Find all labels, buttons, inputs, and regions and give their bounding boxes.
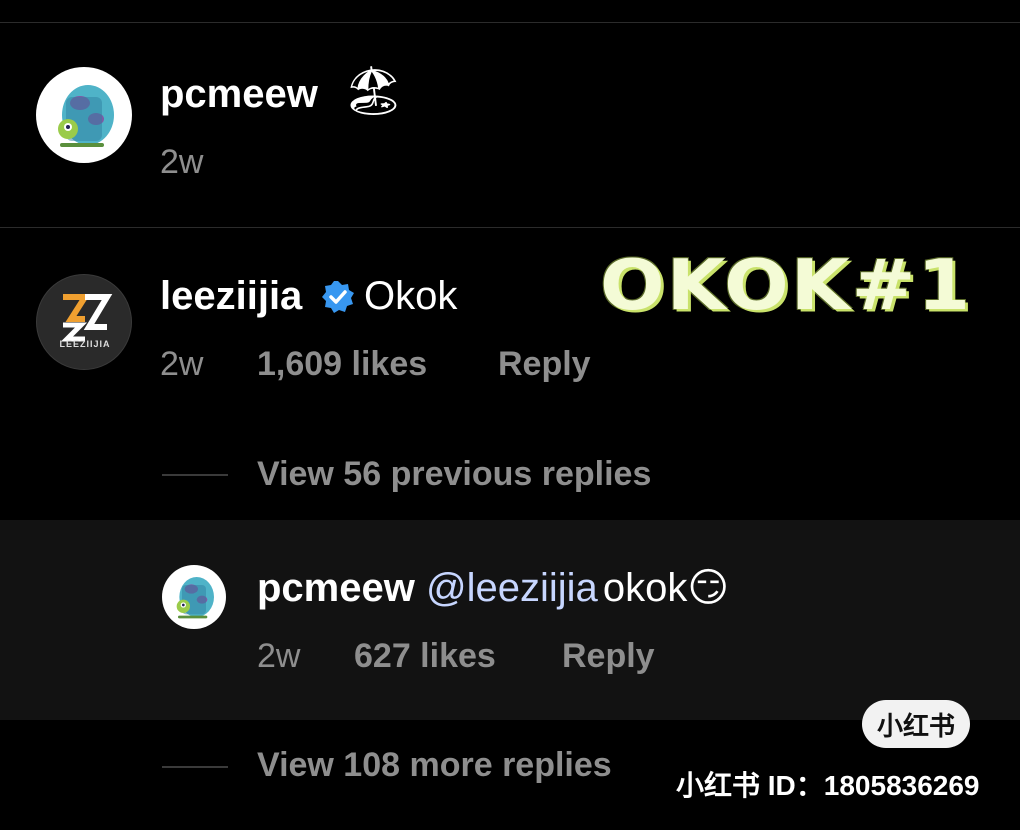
mention-link[interactable]: @leeziijia xyxy=(426,566,598,610)
highlighted-reply-row xyxy=(0,520,1020,720)
reply-username[interactable]: pcmeew xyxy=(257,566,415,610)
xiaohongshu-logo: 小红书 xyxy=(862,700,970,748)
monster-avatar-icon xyxy=(58,85,114,147)
top-divider xyxy=(0,22,1020,23)
comment-divider xyxy=(0,227,1020,228)
comment-time: 2w xyxy=(160,143,204,181)
avatar-logo-text: LEEZIIJIA xyxy=(59,339,111,349)
likes-count[interactable]: 627 likes xyxy=(354,637,496,676)
comment-time: 2w xyxy=(160,345,204,383)
comment-username[interactable]: leeziijia xyxy=(160,274,302,319)
comment-username[interactable]: pcmeew xyxy=(160,72,318,117)
likes-count[interactable]: 1,609 likes xyxy=(257,345,427,384)
replies-line xyxy=(162,474,228,476)
view-more-replies-button[interactable]: View 108 more replies xyxy=(257,746,612,785)
reply-content: pcmeew @leeziijia okok😏 xyxy=(257,565,729,611)
reply-button[interactable]: Reply xyxy=(498,345,591,384)
reply-button[interactable]: Reply xyxy=(562,637,655,676)
smirk-icon: 😏 xyxy=(687,566,730,610)
monster-avatar-icon xyxy=(176,577,214,619)
replies-line xyxy=(162,766,228,768)
overlay-title: OKOK#1 xyxy=(600,243,973,326)
avatar[interactable]: LEEZIIJIA xyxy=(36,274,132,370)
zz-logo-icon xyxy=(60,294,113,342)
comment-text: Okok xyxy=(364,274,458,318)
reply-time: 2w xyxy=(257,637,301,675)
username-text[interactable]: leeziijia xyxy=(160,274,302,318)
avatar[interactable] xyxy=(36,67,132,163)
reply-text: okok xyxy=(602,566,688,610)
beach-umbrella-icon: 🏖 xyxy=(343,65,404,118)
verified-badge-icon xyxy=(320,279,356,315)
watermark-id: 小红书 ID：1805836269 xyxy=(676,770,980,801)
avatar[interactable] xyxy=(162,565,226,629)
view-previous-replies-button[interactable]: View 56 previous replies xyxy=(257,455,651,494)
